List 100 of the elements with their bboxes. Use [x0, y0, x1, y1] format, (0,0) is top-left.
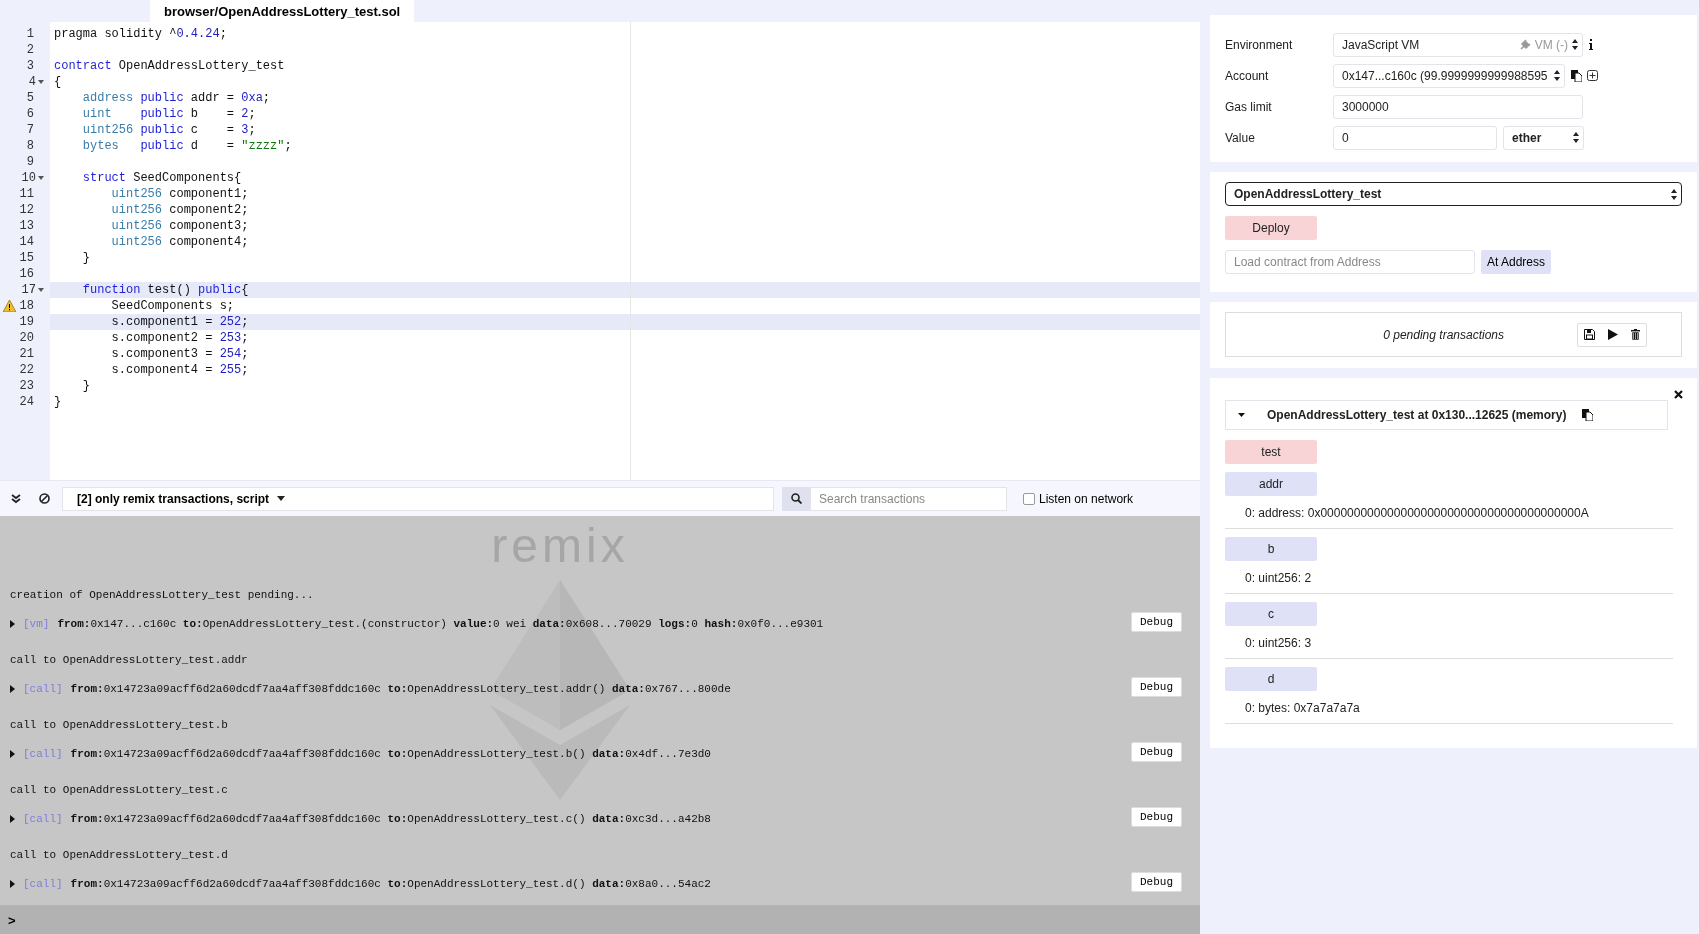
code-line: SeedComponents s;: [110, 299, 235, 313]
play-icon[interactable]: [1608, 329, 1618, 340]
select-arrows-icon: [1671, 188, 1677, 200]
field-label: Account: [1225, 68, 1270, 83]
code-line: uint256 component1;: [110, 187, 249, 201]
search-button[interactable]: [782, 486, 810, 511]
log-tag: [call]: [23, 813, 63, 825]
expand-caret-icon[interactable]: [10, 880, 15, 888]
unit-select[interactable]: ether: [1503, 125, 1584, 150]
line-number: 11: [19, 186, 34, 202]
function-result: 0: bytes: 0x7a7a7a7a: [1244, 701, 1361, 715]
line-number: 3: [26, 58, 34, 74]
listen-checkbox[interactable]: Listen on network: [1023, 491, 1134, 506]
account-select[interactable]: 0x147...c160c (99.9999999999988595: [1333, 63, 1565, 88]
function-button[interactable]: c: [1225, 602, 1317, 626]
code-line: function test() public{: [81, 283, 249, 297]
code-line: }: [81, 251, 90, 265]
address-field[interactable]: Load contract from Address: [1225, 250, 1475, 274]
caret-icon[interactable]: [1238, 413, 1245, 417]
function-button[interactable]: d: [1225, 667, 1317, 691]
select-arrows-icon: [1573, 132, 1579, 143]
field-label: Environment: [1225, 37, 1294, 52]
line-number: 24: [19, 394, 34, 410]
code-line: pragma solidity ^0.4.24;: [54, 27, 227, 41]
code-line: uint256 component4;: [110, 235, 249, 249]
fold-caret-icon[interactable]: [38, 176, 44, 180]
line-number: 23: [19, 378, 34, 394]
trash-icon[interactable]: [1630, 329, 1640, 340]
line-number: 4: [28, 74, 36, 90]
line-number: 16: [19, 266, 34, 282]
expand-caret-icon[interactable]: [10, 620, 15, 628]
deploy-button[interactable]: Deploy: [1225, 216, 1317, 240]
log-tag: [call]: [23, 878, 63, 890]
code-line: }: [81, 379, 90, 393]
code-line: address public addr = 0xa;: [81, 91, 271, 105]
add-icon[interactable]: [1587, 70, 1598, 81]
transaction-details: from:0x14723a09acff6d2a60dcdf7aa4aff308fddc160c to:OpenAddressLottery_test.addr() data:0x767...800de: [70, 683, 731, 695]
code-line: contract OpenAddressLottery_test: [54, 59, 285, 73]
log-message: call to OpenAddressLottery_test.addr: [10, 653, 249, 667]
select-arrows-icon: [1554, 70, 1560, 81]
gas-limit-field[interactable]: 3000000: [1333, 94, 1583, 119]
debug-button[interactable]: Debug: [1131, 677, 1182, 697]
code-line: uint256 component2;: [110, 203, 249, 217]
fold-caret-icon[interactable]: [38, 288, 44, 292]
line-number: 5: [26, 90, 34, 106]
transaction-details: from:0x14723a09acff6d2a60dcdf7aa4aff308fddc160c to:OpenAddressLottery_test.b() data:0x4df...7e3d0: [70, 748, 711, 760]
filter-dropdown[interactable]: [2] only remix transactions, script: [62, 486, 774, 511]
environment-select[interactable]: JavaScript VM VM (-): [1333, 32, 1583, 57]
code-line: bytes public d = "zzzz";: [81, 139, 292, 153]
console-prompt[interactable]: >: [8, 912, 16, 928]
code-line: s.component3 = 254;: [110, 347, 249, 361]
log-message: call to OpenAddressLottery_test.d: [10, 848, 229, 862]
log-message: call to OpenAddressLottery_test.c: [10, 783, 229, 797]
expand-caret-icon[interactable]: [10, 750, 15, 758]
transaction-details: from:0x14723a09acff6d2a60dcdf7aa4aff308fddc160c to:OpenAddressLottery_test.c() data:0xc3d...a42b8: [70, 813, 711, 825]
copy-icon[interactable]: [1582, 409, 1594, 421]
search-field[interactable]: Search transactions: [810, 486, 1007, 511]
fold-caret-icon[interactable]: [38, 80, 44, 84]
debug-button[interactable]: Debug: [1131, 742, 1182, 762]
code-line: s.component1 = 252;: [110, 315, 249, 329]
function-result: 0: uint256: 2: [1244, 571, 1313, 585]
code-line: s.component4 = 255;: [110, 363, 249, 377]
line-number: 13: [19, 218, 34, 234]
info-icon[interactable]: [1589, 39, 1593, 50]
value-field[interactable]: 0: [1333, 125, 1497, 150]
line-number: 1: [26, 26, 34, 42]
save-icon[interactable]: [1584, 329, 1596, 340]
function-button[interactable]: b: [1225, 537, 1317, 561]
code-line: {: [54, 75, 62, 89]
search-icon: [790, 493, 802, 504]
pending-text: 0 pending transactions: [1382, 327, 1504, 342]
code-line: uint256 component3;: [110, 219, 249, 233]
code-line: }: [54, 395, 62, 409]
expand-caret-icon[interactable]: [10, 815, 15, 823]
function-result: 0: address: 0x000000000000000000000000000000000000000A: [1244, 506, 1590, 520]
file-tab[interactable]: browser/OpenAddressLottery_test.sol: [150, 0, 415, 22]
transaction-details: from:0x14723a09acff6d2a60dcdf7aa4aff308fddc160c to:OpenAddressLottery_test.d() data:0x8a0...54ac2: [70, 878, 711, 890]
line-number: 18: [19, 298, 34, 314]
expand-caret-icon[interactable]: [10, 685, 15, 693]
log-message: creation of OpenAddressLottery_test pending...: [10, 588, 315, 602]
line-number: 19: [19, 314, 34, 330]
transaction-details: from:0x147...c160c to:OpenAddressLottery_test.(constructor) value:0 wei data:0x608...70029 logs:0 hash:0x0f0...e9301: [57, 618, 824, 630]
line-number: 2: [26, 42, 34, 58]
log-tag: [call]: [23, 683, 63, 695]
line-number: 10: [21, 170, 36, 186]
warning-icon: [3, 300, 16, 312]
code-line: struct SeedComponents{: [81, 171, 242, 185]
debug-button[interactable]: Debug: [1131, 872, 1182, 892]
line-number: 17: [21, 282, 36, 298]
instance-header[interactable]: OpenAddressLottery_test at 0x130...12625 (memory): [1225, 400, 1668, 430]
line-number: 9: [26, 154, 34, 170]
debug-button[interactable]: Debug: [1131, 612, 1182, 632]
copy-icon[interactable]: [1571, 69, 1582, 82]
function-button[interactable]: test: [1225, 440, 1317, 464]
contract-select[interactable]: OpenAddressLottery_test: [1225, 182, 1682, 206]
caret-icon: [277, 496, 286, 501]
debug-button[interactable]: Debug: [1131, 807, 1182, 827]
function-button[interactable]: addr: [1225, 472, 1317, 496]
field-label: Value: [1225, 130, 1256, 145]
at-address-button[interactable]: At Address: [1481, 250, 1552, 274]
